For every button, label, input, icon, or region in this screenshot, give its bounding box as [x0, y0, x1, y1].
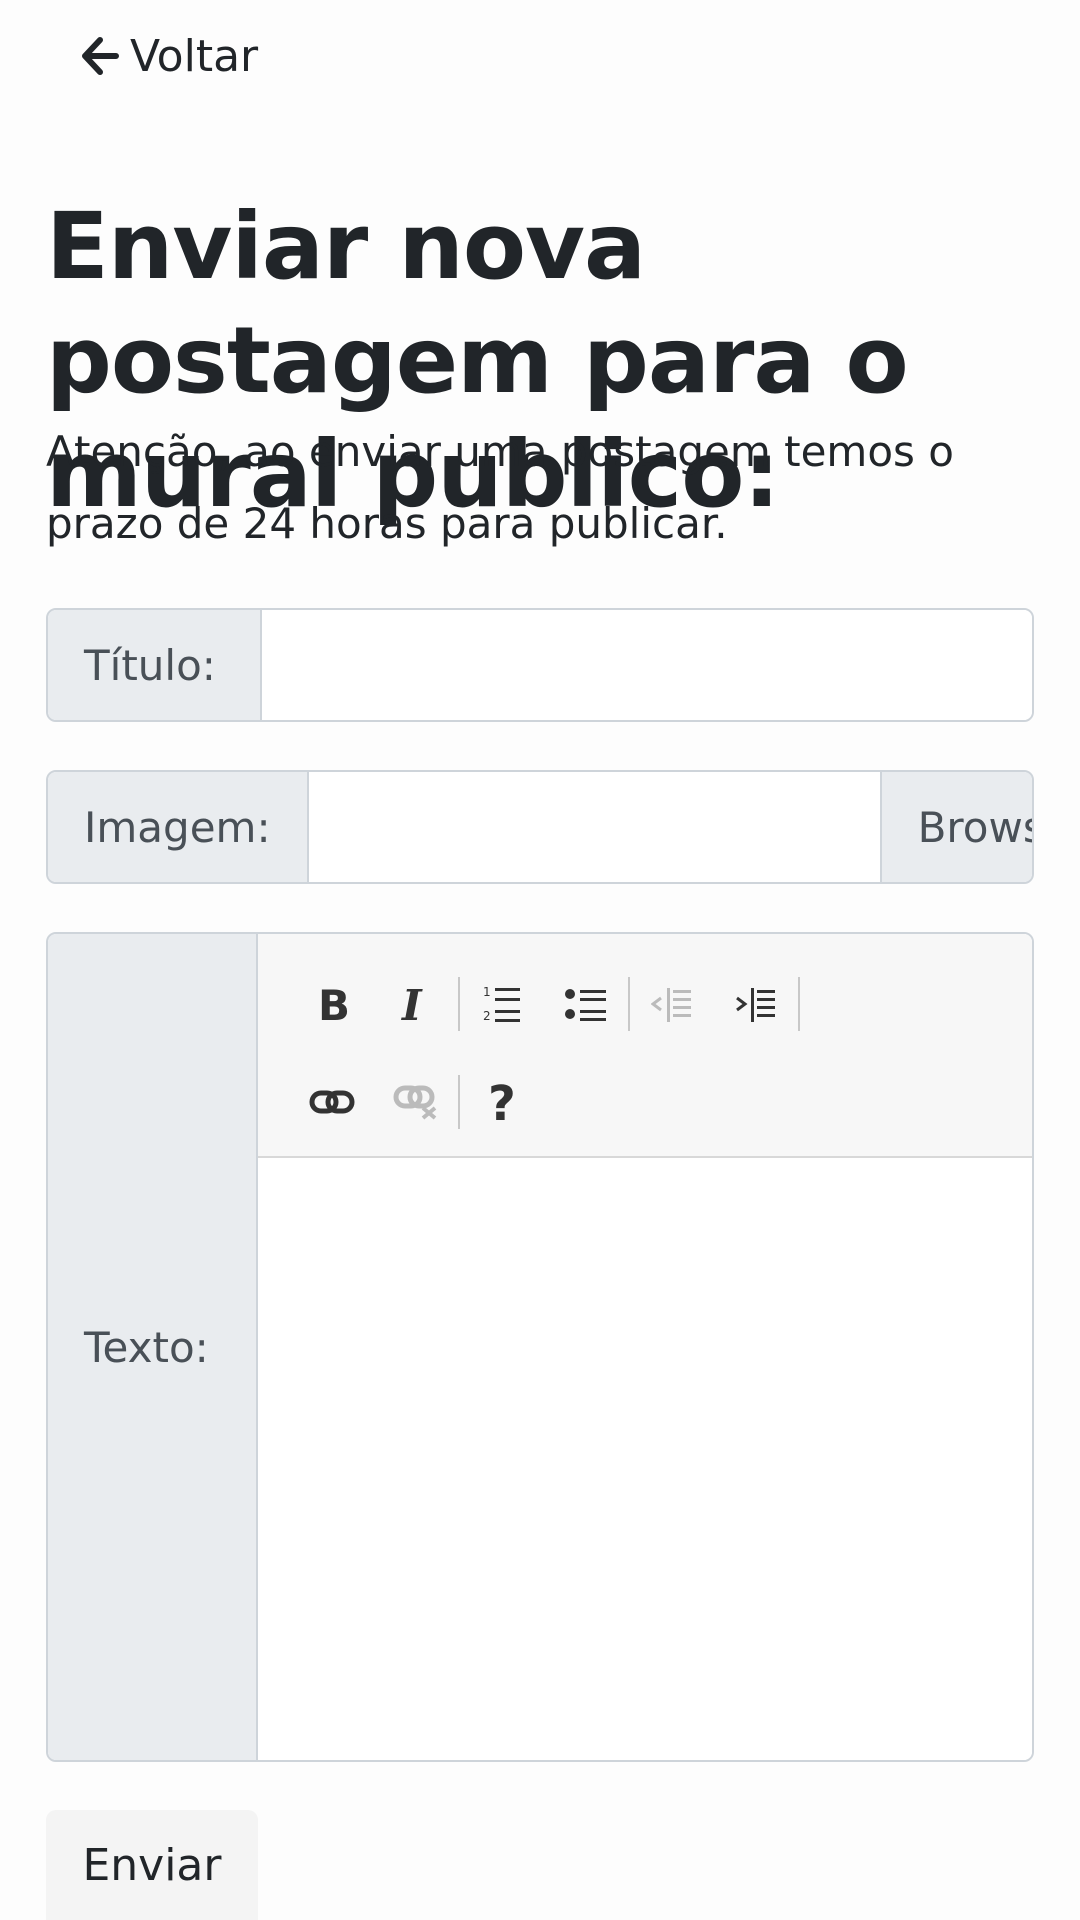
unordered-list-icon[interactable] [544, 966, 628, 1042]
ordered-list-icon[interactable]: 1 2 [460, 966, 544, 1042]
title-input-group: Título: [46, 608, 1034, 722]
indent-icon[interactable] [714, 966, 798, 1042]
unlink-icon[interactable] [374, 1064, 458, 1140]
svg-text:?: ? [488, 1078, 516, 1126]
svg-text:1: 1 [483, 985, 491, 999]
link-icon[interactable] [290, 1064, 374, 1140]
text-editor-area[interactable] [258, 1158, 1032, 1760]
text-input-group: Texto: B I 1 2 ? [46, 932, 1034, 1762]
text-label: Texto: [48, 934, 258, 1760]
page: Voltar Enviar nova postagem para o mural… [0, 0, 1080, 1920]
notice-text: Atenção, ao enviar uma postagem temos o … [46, 427, 954, 548]
image-label: Imagem: [48, 772, 309, 882]
italic-icon[interactable]: I [374, 966, 458, 1042]
svg-text:B: B [318, 982, 350, 1026]
toolbar-divider [798, 977, 800, 1031]
svg-text:I: I [401, 982, 423, 1026]
browse-button[interactable]: Browse [879, 772, 1032, 882]
submit-button[interactable]: Enviar [46, 1810, 258, 1920]
editor-toolbar: B I 1 2 ? [258, 934, 1032, 1158]
image-file-input[interactable] [308, 772, 880, 882]
title-label: Título: [48, 610, 262, 720]
back-label: Voltar [130, 30, 259, 82]
help-icon[interactable]: ? [460, 1064, 544, 1140]
arrow-left-icon [80, 36, 120, 76]
outdent-icon[interactable] [630, 966, 714, 1042]
rich-text-editor: B I 1 2 ? [258, 934, 1032, 1760]
svg-text:2: 2 [483, 1009, 491, 1023]
back-link[interactable]: Voltar [80, 28, 258, 84]
toolbar-row: B I 1 2 [290, 966, 1032, 1042]
bold-icon[interactable]: B [290, 966, 374, 1042]
image-input-group: Imagem: Browse [46, 770, 1034, 884]
toolbar-row: ? [290, 1064, 1032, 1140]
title-input[interactable] [262, 610, 1032, 720]
